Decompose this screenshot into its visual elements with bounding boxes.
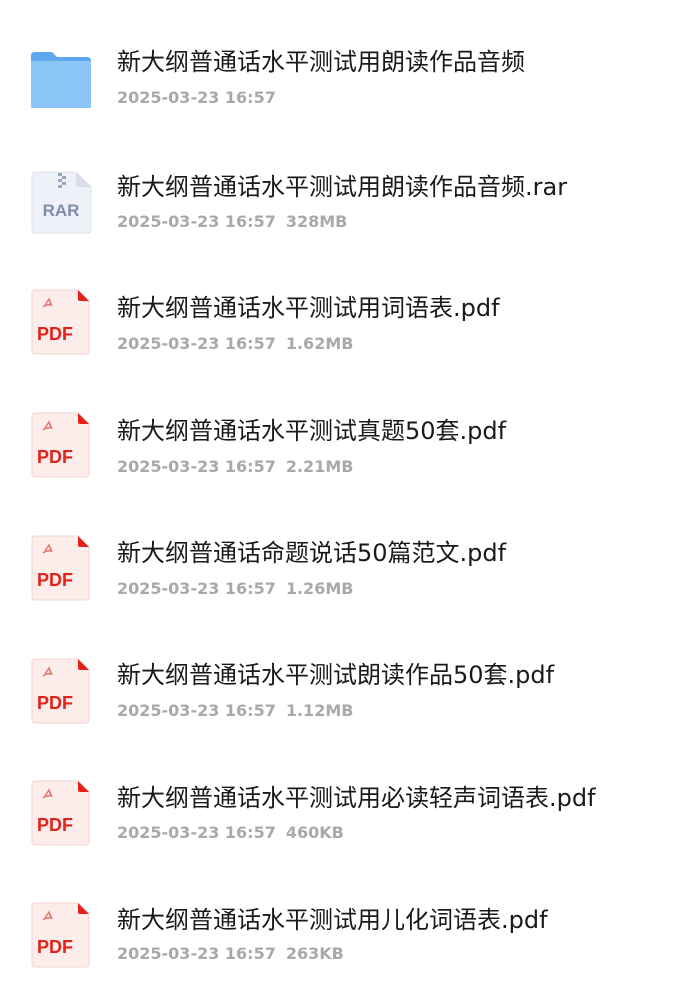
file-date: 2025-03-23 16:57 bbox=[117, 88, 276, 107]
pdf-icon-label: PDF bbox=[37, 937, 73, 957]
file-date: 2025-03-23 16:57 bbox=[117, 823, 276, 842]
file-size: 460KB bbox=[285, 823, 344, 842]
file-date: 2025-03-23 16:57 bbox=[117, 212, 276, 231]
file-meta: 2025-03-23 16:57 1.12MB bbox=[117, 700, 353, 722]
pdf-file-icon: PDF bbox=[30, 780, 92, 846]
file-size: 1.62MB bbox=[285, 334, 354, 353]
pdf-icon-label: PDF bbox=[37, 447, 73, 467]
rar-icon-label: RAR bbox=[43, 201, 80, 220]
file-name: 新大纲普通话水平测试用儿化词语表.pdf bbox=[117, 906, 548, 934]
file-name: 新大纲普通话水平测试朗读作品50套.pdf bbox=[117, 661, 555, 689]
file-meta: 2025-03-23 16:57 1.26MB bbox=[117, 578, 353, 600]
list-item-pdf[interactable]: PDF 新大纲普通话水平测试用儿化词语表.pdf 2025-03-23 16:5… bbox=[0, 856, 690, 968]
file-meta: 2025-03-23 16:57 460KB bbox=[117, 822, 344, 844]
pdf-file-icon: PDF bbox=[30, 902, 92, 968]
folder-icon bbox=[30, 46, 92, 112]
pdf-file-icon: PDF bbox=[30, 535, 92, 601]
file-meta: 2025-03-23 16:57 bbox=[117, 87, 276, 109]
file-meta: 2025-03-23 16:57 1.62MB bbox=[117, 333, 353, 355]
file-date: 2025-03-23 16:57 bbox=[117, 579, 276, 598]
file-list: 新大纲普通话水平测试用朗读作品音频 2025-03-23 16:57 RAR 新… bbox=[0, 0, 690, 988]
pdf-icon-label: PDF bbox=[37, 815, 73, 835]
rar-archive-icon: RAR bbox=[30, 169, 92, 235]
file-size: 1.26MB bbox=[285, 579, 354, 598]
file-name: 新大纲普通话水平测试用必读轻声词语表.pdf bbox=[117, 784, 596, 812]
file-size: 2.21MB bbox=[285, 457, 354, 476]
file-date: 2025-03-23 16:57 bbox=[117, 457, 276, 476]
file-meta: 2025-03-23 16:57 263KB bbox=[117, 943, 344, 965]
pdf-file-icon: PDF bbox=[30, 289, 92, 355]
list-item-pdf[interactable]: PDF 新大纲普通话水平测试用词语表.pdf 2025-03-23 16:57 1… bbox=[0, 244, 690, 355]
list-item-pdf[interactable]: PDF 新大纲普通话命题说话50篇范文.pdf 2025-03-23 16:57… bbox=[0, 490, 690, 601]
file-meta: 2025-03-23 16:57 328MB bbox=[117, 211, 347, 233]
pdf-file-icon: PDF bbox=[30, 658, 92, 724]
file-name: 新大纲普通话水平测试真题50套.pdf bbox=[117, 417, 507, 445]
file-size: 328MB bbox=[285, 212, 348, 231]
file-name: 新大纲普通话水平测试用朗读作品音频.rar bbox=[117, 173, 568, 201]
file-name: 新大纲普通话水平测试用朗读作品音频 bbox=[117, 48, 525, 76]
file-date: 2025-03-23 16:57 bbox=[117, 701, 276, 720]
pdf-file-icon: PDF bbox=[30, 412, 92, 478]
file-size: 263KB bbox=[285, 944, 344, 963]
file-meta: 2025-03-23 16:57 2.21MB bbox=[117, 456, 353, 478]
list-item-rar[interactable]: RAR 新大纲普通话水平测试用朗读作品音频.rar 2025-03-23 16:… bbox=[0, 120, 690, 234]
file-date: 2025-03-23 16:57 bbox=[117, 334, 276, 353]
list-item-pdf[interactable]: PDF 新大纲普通话水平测试朗读作品50套.pdf 2025-03-23 16:… bbox=[0, 612, 690, 724]
pdf-icon-label: PDF bbox=[37, 324, 73, 344]
file-size: 1.12MB bbox=[285, 701, 354, 720]
pdf-icon-label: PDF bbox=[37, 693, 73, 713]
list-item-pdf[interactable]: PDF 新大纲普通话水平测试用必读轻声词语表.pdf 2025-03-23 16… bbox=[0, 734, 690, 846]
file-date: 2025-03-23 16:57 bbox=[117, 944, 276, 963]
file-name: 新大纲普通话水平测试用词语表.pdf bbox=[117, 294, 500, 322]
list-item-folder[interactable]: 新大纲普通话水平测试用朗读作品音频 2025-03-23 16:57 bbox=[0, 0, 690, 110]
list-item-pdf[interactable]: PDF 新大纲普通话水平测试真题50套.pdf 2025-03-23 16:57… bbox=[0, 367, 690, 478]
file-name: 新大纲普通话命题说话50篇范文.pdf bbox=[117, 539, 507, 567]
pdf-icon-label: PDF bbox=[37, 570, 73, 590]
